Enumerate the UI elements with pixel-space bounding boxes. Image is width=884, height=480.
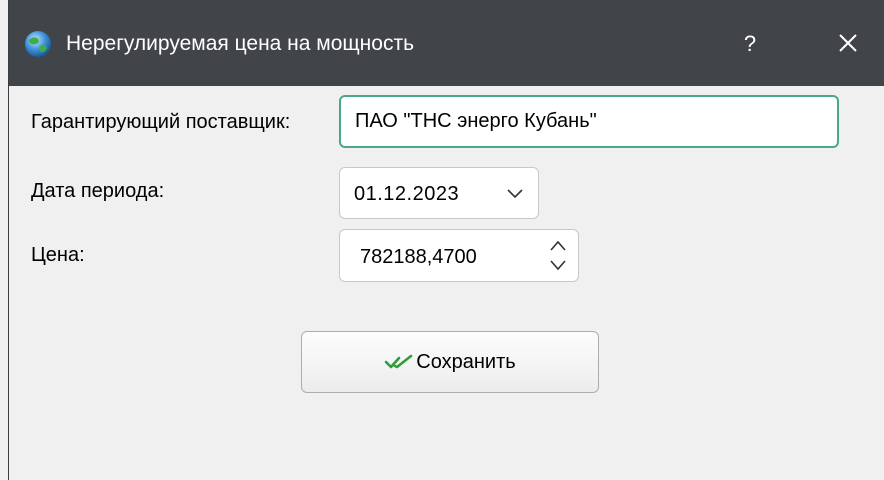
price-spinbox[interactable]: 782188,4700 bbox=[339, 229, 579, 282]
period-date-value: 01.12.2023 bbox=[354, 183, 460, 205]
save-button-label: Сохранить bbox=[416, 351, 516, 373]
supplier-label: Гарантирующий поставщик: bbox=[31, 111, 291, 133]
close-icon[interactable] bbox=[828, 23, 868, 63]
window-title: Нерегулируемая цена на мощность bbox=[66, 32, 415, 55]
price-label: Цена: bbox=[31, 244, 85, 266]
title-bar: Нерегулируемая цена на мощность ? bbox=[9, 0, 884, 86]
period-date-combo[interactable]: 01.12.2023 bbox=[339, 167, 539, 219]
period-label: Дата периода: bbox=[31, 180, 165, 202]
chevron-down-icon[interactable] bbox=[506, 185, 524, 203]
double-check-icon bbox=[384, 354, 413, 369]
chevron-up-icon[interactable] bbox=[548, 238, 568, 254]
globe-icon bbox=[25, 31, 51, 57]
save-button[interactable]: Сохранить bbox=[301, 331, 599, 393]
supplier-field[interactable]: ПАО "ТНС энерго Кубань" bbox=[339, 95, 839, 148]
price-value: 782188,4700 bbox=[360, 246, 477, 268]
dialog-window: Нерегулируемая цена на мощность ? Гарант… bbox=[8, 0, 884, 480]
chevron-down-icon[interactable] bbox=[548, 257, 568, 273]
help-button[interactable]: ? bbox=[730, 24, 770, 64]
